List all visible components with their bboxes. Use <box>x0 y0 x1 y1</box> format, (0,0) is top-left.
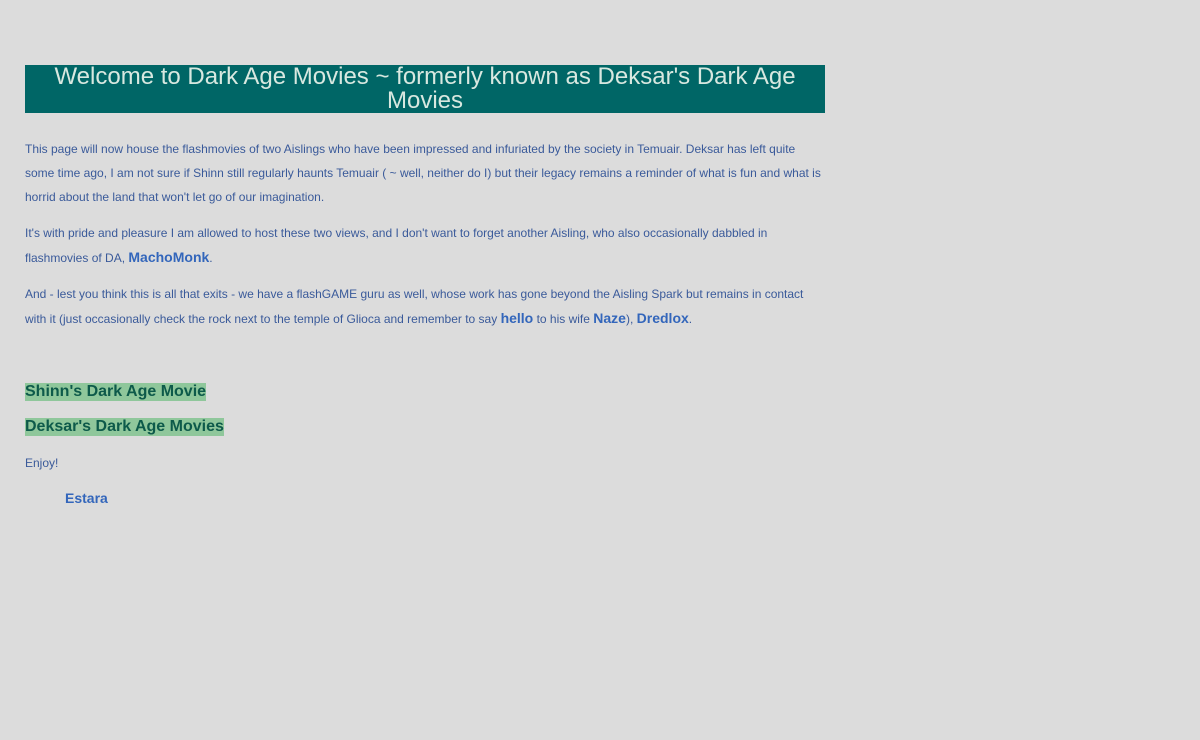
page-content: Welcome to Dark Age Movies ~ formerly kn… <box>25 65 825 508</box>
intro-paragraph-2: It's with pride and pleasure I am allowe… <box>25 221 825 270</box>
intro-paragraph-3-mid: to his wife <box>536 312 590 326</box>
intro-paragraph-2-end: . <box>209 251 213 265</box>
naze-link[interactable]: Naze <box>593 310 626 326</box>
intro-paragraph-3-end: . <box>688 312 693 326</box>
shinn-movie-link[interactable]: Shinn's Dark Age Movie <box>25 383 207 401</box>
page-title: Welcome to Dark Age Movies ~ formerly kn… <box>54 63 796 114</box>
estara-signature-link[interactable]: Estara <box>65 490 108 506</box>
hello-link[interactable]: hello <box>501 310 534 326</box>
enjoy-text: Enjoy! <box>25 456 59 470</box>
machomonk-link[interactable]: MachoMonk <box>128 249 209 265</box>
deksar-movies-link[interactable]: Deksar's Dark Age Movies <box>25 418 224 436</box>
intro-paragraph-1: This page will now house the flashmovies… <box>25 142 821 204</box>
intro-paragraph-3: And - lest you think this is all that ex… <box>25 282 825 331</box>
dredlox-link[interactable]: Dredlox <box>637 310 689 326</box>
intro-paragraph-3-sep: ), <box>625 312 634 326</box>
welcome-banner: Welcome to Dark Age Movies ~ formerly kn… <box>25 65 825 113</box>
